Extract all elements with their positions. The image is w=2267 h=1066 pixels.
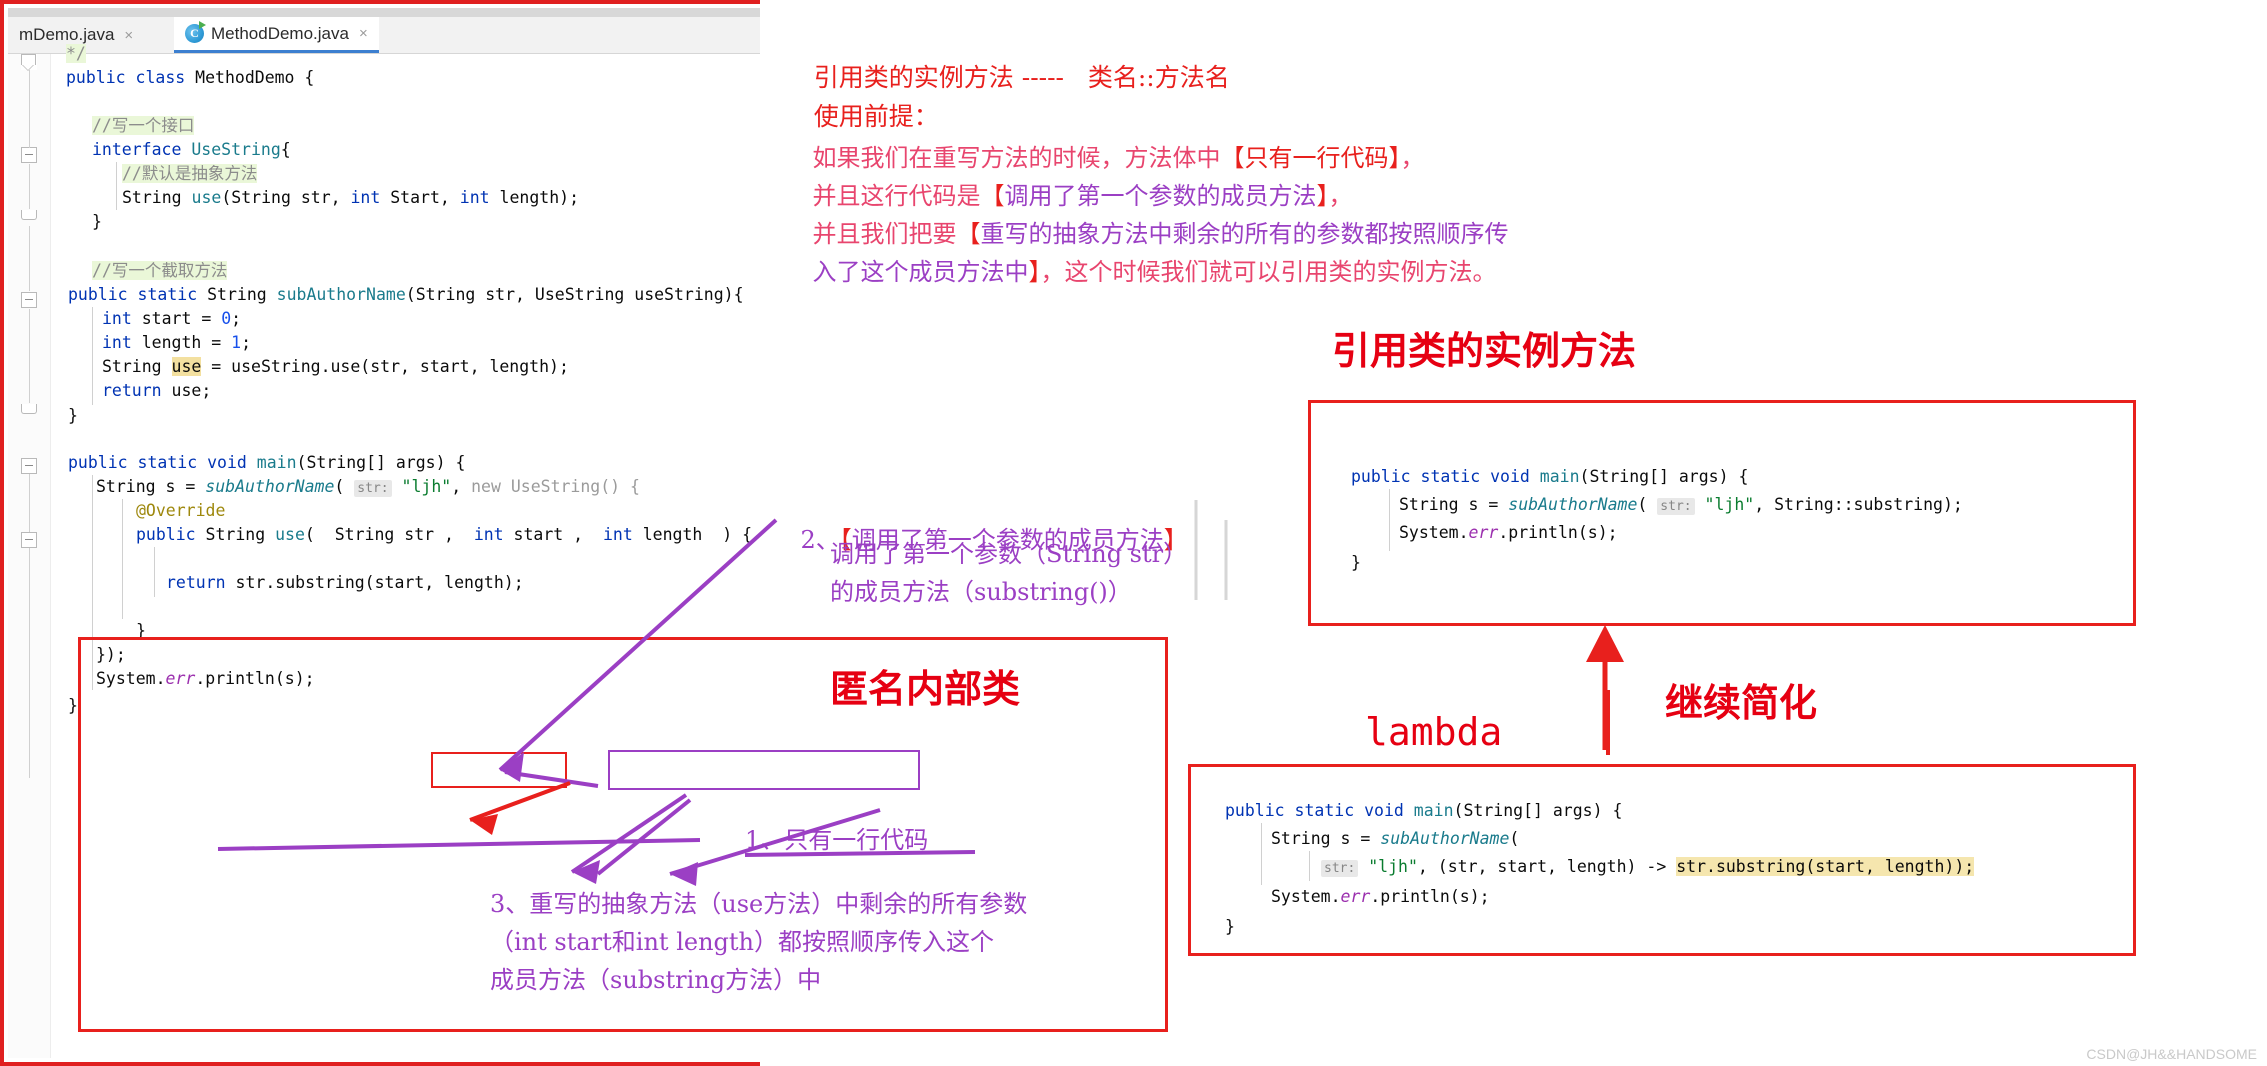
lambda-code-box: public static void main(String[] args) {…	[1188, 764, 2136, 956]
fold-icon[interactable]	[21, 210, 37, 220]
code-line: String use = useString.use(str, start, l…	[102, 357, 569, 376]
code-line: int start = 0;	[102, 309, 242, 328]
method-reference-code-box: public static void main(String[] args) {…	[1308, 400, 2136, 626]
header-note-line-6: 入了这个成员方法中】，这个时候我们就可以引用类的实例方法。	[812, 258, 1497, 286]
code-line: public static void main(String[] args) {	[68, 453, 466, 472]
code-line: public static void main(String[] args) {	[1225, 801, 1623, 820]
string-str-param-box	[431, 752, 567, 788]
code-line: String s = subAuthorName( str: "ljh", St…	[1399, 495, 1963, 515]
code-line: public static String subAuthorName(Strin…	[68, 285, 744, 304]
code-line: String use(String str, int Start, int le…	[122, 188, 580, 207]
code-line: }	[68, 406, 78, 425]
annotation-note-2-line-2: 调用了第一个参数（String str）	[830, 540, 1188, 568]
editor-gutter[interactable]	[8, 54, 51, 1058]
int-params-box	[608, 750, 920, 790]
code-line: int length = 1;	[102, 333, 252, 352]
code-line: //写一个接口	[92, 116, 195, 135]
tab-label: MethodDemo.java	[211, 23, 349, 43]
code-line: public String use( String str , int star…	[136, 525, 753, 544]
code-line: public static void main(String[] args) {	[1351, 467, 1749, 486]
fold-icon[interactable]	[21, 54, 37, 70]
code-line: }	[92, 212, 102, 231]
fold-icon[interactable]	[21, 458, 37, 474]
java-class-icon: C	[185, 21, 206, 43]
code-line: System.err.println(s);	[1271, 887, 1490, 906]
code-line: str: "ljh", (str, start, length) -> str.…	[1321, 855, 1975, 881]
page-root: mDemo.java × C MethodDemo.java × */ publ…	[0, 0, 2267, 1066]
simplify-title: 继续简化	[1665, 680, 1818, 725]
code-line: System.err.println(s);	[1399, 523, 1618, 542]
tab-methoddemo-java[interactable]: C MethodDemo.java ×	[174, 17, 379, 53]
annotation-note-2-line-3: 的成员方法（substring()）	[830, 578, 1132, 606]
lambda-title: lambda	[1365, 710, 1503, 754]
code-line: //写一个截取方法	[92, 261, 228, 280]
editor-tabbar: mDemo.java × C MethodDemo.java ×	[8, 17, 760, 54]
code-line: String s = subAuthorName( str: "ljh", ne…	[96, 477, 640, 497]
code-line: return str.substring(start, length);	[166, 573, 524, 592]
code-line: return use;	[102, 381, 212, 400]
code-line: }	[68, 696, 78, 715]
code-line: }	[1225, 917, 1235, 936]
method-ref-title: 引用类的实例方法	[1332, 328, 1637, 373]
code-line: String s = subAuthorName(	[1271, 829, 1520, 848]
close-icon[interactable]: ×	[359, 25, 368, 42]
window-top-strip	[8, 8, 760, 17]
anon-class-outline-box	[78, 637, 1168, 1032]
code-line: }	[1351, 553, 1361, 572]
watermark: CSDN@JH&&HANDSOME	[2086, 1046, 2257, 1062]
code-line: interface UseString{	[92, 140, 291, 159]
fold-icon[interactable]	[21, 404, 37, 414]
close-icon[interactable]: ×	[124, 27, 133, 44]
code-line: //默认是抽象方法	[122, 164, 258, 183]
code-line: @Override	[136, 501, 226, 520]
fold-icon[interactable]	[21, 147, 37, 163]
fold-icon[interactable]	[21, 292, 37, 308]
code-line: */	[66, 44, 86, 63]
fold-icon[interactable]	[21, 532, 37, 548]
code-line: public class MethodDemo {	[66, 68, 315, 87]
